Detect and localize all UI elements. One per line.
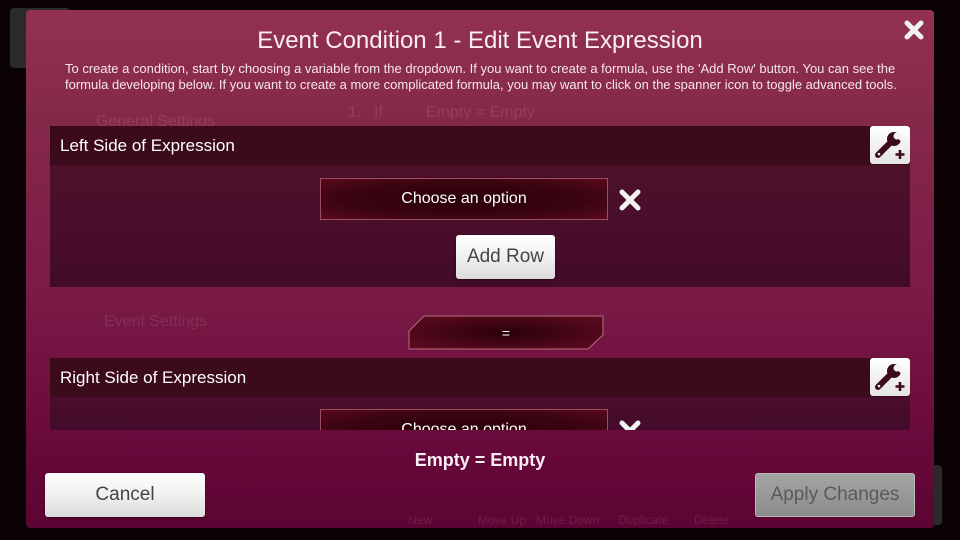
apply-changes-button[interactable]: Apply Changes: [755, 473, 915, 517]
close-icon: [904, 20, 924, 40]
left-side-header: Left Side of Expression: [50, 126, 910, 165]
left-advanced-tools-button[interactable]: [870, 126, 910, 164]
operator-value: =: [501, 324, 511, 341]
close-button[interactable]: [902, 18, 926, 42]
bg-sidebar-item: Event Settings: [104, 313, 208, 330]
bg-toolbar-item: Move Up: [478, 513, 527, 527]
left-side-section: Left Side of Expression Choose an option…: [50, 126, 910, 287]
right-remove-row-button[interactable]: [616, 417, 644, 430]
bg-toolbar-item: New: [408, 513, 433, 527]
edit-expression-modal: General Settings Global Conditions Count…: [26, 10, 934, 528]
bg-condition-expression: Empty = Empty: [426, 104, 535, 121]
add-row-button[interactable]: Add Row: [456, 235, 555, 279]
bg-toolbar-item: Delete: [694, 513, 729, 527]
right-side-header: Right Side of Expression: [50, 358, 910, 397]
spanner-plus-icon: [875, 364, 905, 391]
formula-preview: Empty = Empty: [414, 450, 546, 470]
left-variable-dropdown[interactable]: Choose an option: [320, 178, 608, 220]
cancel-button[interactable]: Cancel: [45, 473, 205, 517]
left-side-title: Left Side of Expression: [60, 135, 235, 155]
left-dropdown-value: Choose an option: [401, 190, 527, 207]
right-side-title: Right Side of Expression: [60, 367, 247, 387]
right-side-section: Right Side of Expression Choose an optio…: [50, 358, 910, 430]
close-icon: [619, 189, 641, 211]
close-icon: [619, 420, 641, 430]
right-dropdown-value: Choose an option: [401, 421, 527, 430]
instructions-text: To create a condition, start by choosing…: [65, 61, 897, 92]
right-variable-dropdown[interactable]: Choose an option: [320, 409, 608, 430]
bg-condition-keyword: If: [374, 104, 383, 121]
bg-condition-number: 1.: [348, 104, 362, 121]
modal-title: Event Condition 1 - Edit Event Expressio…: [257, 27, 703, 54]
operator-dropdown[interactable]: =: [408, 315, 604, 350]
bg-toolbar-item: Duplicate: [618, 513, 669, 527]
bg-toolbar-item: Move Down: [536, 513, 600, 527]
spanner-plus-icon: [875, 132, 905, 159]
right-advanced-tools-button[interactable]: [870, 358, 910, 396]
left-remove-row-button[interactable]: [616, 186, 644, 214]
